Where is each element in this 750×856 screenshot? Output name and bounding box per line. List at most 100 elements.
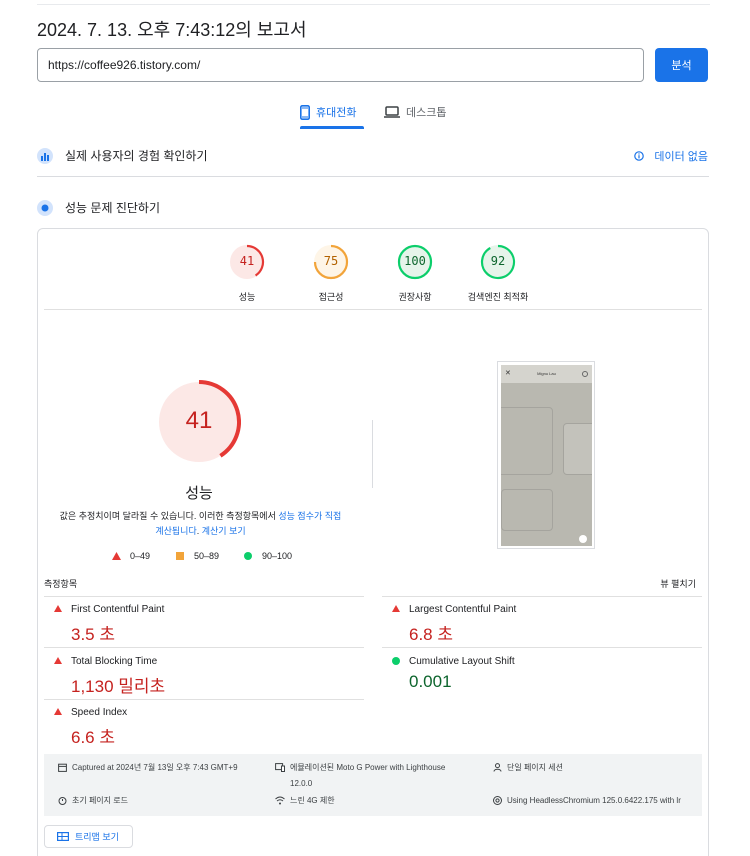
gauge-score: 75: [323, 254, 339, 268]
treemap-icon: [57, 832, 69, 841]
thumbnail-title: Mignu Lau: [537, 371, 556, 376]
info-browser-text: Using HeadlessChromium 125.0.6422.175 wi…: [507, 796, 681, 805]
vertical-divider: [372, 420, 373, 488]
real-user-section[interactable]: 실제 사용자의 경험 확인하기: [37, 147, 709, 164]
smartphone-icon: [300, 104, 310, 120]
thumbnail-card: [501, 407, 553, 475]
metric-cls-value: 0.001: [409, 672, 452, 691]
triangle-fail-icon: [54, 605, 62, 612]
info-throttle-text: 느린 4G 제한: [290, 796, 335, 805]
circle-pass-icon: [244, 552, 252, 560]
url-input[interactable]: https://coffee926.tistory.com/: [37, 48, 644, 82]
gauge-label: 검색엔진 최적화: [467, 292, 529, 302]
gauge-score: 92: [490, 254, 506, 268]
tab-active-indicator: [300, 126, 364, 129]
info-emulated: 에뮬레이션된 Moto G Power with Lighthouse 12.0…: [275, 760, 445, 792]
legend-fail-label: 0–49: [130, 551, 151, 561]
metric-tbt: Total Blocking Time 1,130 밀리초: [44, 656, 364, 697]
device-tabs: 휴대전화 데스크톱: [0, 100, 750, 129]
gauge-label: 성능: [238, 292, 256, 302]
gauges-divider: [44, 309, 702, 310]
thumbnail-header: ✕ Mignu Lau: [501, 365, 592, 383]
metrics-divider: [382, 596, 702, 597]
tab-desktop[interactable]: 데스크톱: [384, 100, 446, 124]
info-captured: Captured at 2024년 7월 13일 오후 7:43 GMT+9: [58, 760, 238, 776]
screenshot-thumbnail[interactable]: ✕ Mignu Lau: [497, 361, 595, 549]
info-throttle: 느린 4G 제한: [275, 793, 335, 809]
person-icon: [493, 763, 502, 772]
treemap-button[interactable]: 트리맵 보기: [44, 825, 133, 848]
legend-average-label: 50–89: [194, 551, 220, 561]
info-load-text: 초기 페이지 로드: [72, 796, 128, 805]
info-session-text: 단일 페이지 세션: [507, 763, 563, 772]
triangle-fail-icon: [54, 657, 62, 664]
metric-si-name: Speed Index: [71, 707, 128, 718]
gauge-score: 41: [239, 254, 255, 268]
chrome-icon: [493, 796, 502, 805]
tab-mobile[interactable]: 휴대전화: [300, 100, 356, 124]
metric-si-value: 6.6 초: [71, 728, 115, 747]
info-browser: Using HeadlessChromium 125.0.6422.175 wi…: [493, 793, 681, 809]
info-emulated-block: 에뮬레이션된 Moto G Power with Lighthouse 12.0…: [290, 760, 445, 792]
category-gauge[interactable]: 100 권장사항: [370, 244, 460, 303]
gauge-ring: 92: [480, 244, 516, 280]
metric-fcp-name: First Contentful Paint: [71, 604, 165, 615]
score-description: 값은 추정치이며 달라질 수 있습니다. 이러한 측정항목에서 성능 점수가 직…: [58, 509, 343, 539]
category-gauge[interactable]: 41 성능: [202, 244, 292, 303]
gauge-ring: 75: [313, 244, 349, 280]
info-emulated-version: 12.0.0: [290, 779, 313, 788]
people-chart-icon: [37, 147, 53, 164]
thumbnail-card: [501, 489, 553, 531]
wifi-icon: [275, 796, 285, 805]
metric-tbt-value: 1,130 밀리초: [71, 677, 166, 696]
info-load: 초기 페이지 로드: [58, 793, 128, 809]
legend-fail: 0–49: [112, 551, 150, 561]
top-divider: [37, 4, 710, 5]
tab-mobile-label: 휴대전화: [316, 107, 357, 119]
circle-pass-icon: [392, 657, 400, 665]
metric-cls: Cumulative Layout Shift 0.001: [382, 656, 702, 692]
triangle-fail-icon: [112, 552, 121, 560]
thumbnail-screen: ✕ Mignu Lau: [501, 365, 592, 546]
metric-fcp-value: 3.5 초: [71, 625, 115, 644]
metrics-header: 측정항목: [44, 579, 78, 589]
close-icon: ✕: [505, 370, 511, 377]
search-icon: [582, 371, 588, 377]
thumbnail-card: [563, 423, 592, 475]
metrics-divider: [382, 647, 702, 648]
metrics-divider: [44, 647, 364, 648]
metrics-divider: [44, 596, 364, 597]
category-gauge[interactable]: 92 검색엔진 최적화: [453, 244, 543, 303]
runtime-info: Captured at 2024년 7월 13일 오후 7:43 GMT+9 에…: [44, 754, 702, 816]
info-session: 단일 페이지 세션: [493, 760, 563, 776]
metric-lcp-value: 6.8 초: [409, 625, 453, 644]
info-icon: [634, 151, 645, 161]
report-title: 2024. 7. 13. 오후 7:43:12의 보고서: [37, 20, 307, 40]
expand-view-toggle[interactable]: 뷰 펼치기: [660, 577, 696, 590]
desc-text: 값은 추정치이며 달라질 수 있습니다. 이러한 측정항목에서: [59, 511, 279, 521]
devices-icon: [275, 763, 285, 772]
section-divider: [37, 176, 709, 177]
calendar-icon: [58, 763, 67, 772]
metric-cls-name: Cumulative Layout Shift: [409, 656, 515, 667]
square-average-icon: [176, 552, 184, 560]
info-captured-text: Captured at 2024년 7월 13일 오후 7:43 GMT+9: [72, 763, 238, 772]
metric-lcp: Largest Contentful Paint 6.8 초: [382, 604, 702, 645]
timer-icon: [58, 797, 67, 805]
category-gauge[interactable]: 75 접근성: [286, 244, 376, 303]
diagnose-section: 성능 문제 진단하기: [37, 199, 709, 216]
moon-icon: [579, 535, 587, 543]
info-emulated-text: 에뮬레이션된 Moto G Power with Lighthouse: [290, 763, 446, 772]
performance-title: 성능: [185, 485, 213, 502]
metrics-divider: [44, 699, 364, 700]
calculator-link[interactable]: 계산기 보기: [202, 526, 246, 536]
gauge-ring: 100: [397, 244, 433, 280]
gauge-label: 권장사항: [398, 292, 432, 302]
triangle-fail-icon: [392, 605, 400, 612]
analyze-button[interactable]: 분석: [655, 48, 708, 82]
treemap-label: 트리맵 보기: [75, 832, 119, 842]
real-user-label: 실제 사용자의 경험 확인하기: [65, 149, 208, 163]
legend-pass-label: 90–100: [262, 551, 293, 561]
gauge-label: 접근성: [318, 292, 344, 302]
no-data-link[interactable]: 데이터 없음: [634, 148, 708, 164]
